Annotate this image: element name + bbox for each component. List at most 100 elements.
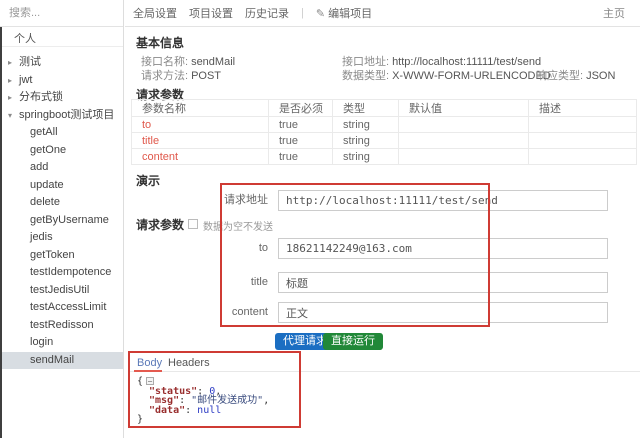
param-default-cell <box>399 133 529 149</box>
api-datatype-field: 数据类型:X-WWW-FORM-URLENCODED <box>342 67 551 83</box>
basic-info-title: 基本信息 <box>136 34 184 51</box>
json-comma: , <box>263 395 269 406</box>
edit-pencil-icon: ✎ <box>316 7 325 20</box>
menu-global-settings[interactable]: 全局设置 <box>133 5 177 21</box>
folder-label: 分布式锁 <box>19 91 63 103</box>
col-desc: 描述 <box>529 100 637 117</box>
tab-headers[interactable]: Headers <box>168 357 210 369</box>
menu-project-settings[interactable]: 项目设置 <box>189 5 233 21</box>
caret-right-icon: ▸ <box>8 54 16 72</box>
api-restype-field: 响应类型:JSON <box>536 67 615 83</box>
tree-item-testIdempotence[interactable]: testIdempotence <box>0 264 123 282</box>
api-method-label: 请求方法: <box>141 70 188 82</box>
param-name-cell: content <box>132 149 269 165</box>
table-row: title true string <box>132 133 637 149</box>
tree-item-sendMail-selected[interactable]: sendMail <box>0 352 123 370</box>
param-desc-cell <box>529 149 637 165</box>
edit-project-button[interactable]: ✎ 编辑项目 <box>316 5 372 21</box>
col-type: 类型 <box>333 100 399 117</box>
col-param-name: 参数名称 <box>132 100 269 117</box>
folder-label: jwt <box>19 74 32 86</box>
table-row: content true string <box>132 149 637 165</box>
json-close-line: } <box>137 415 269 425</box>
api-datatype-value: X-WWW-FORM-URLENCODED <box>392 70 551 82</box>
tree-item-jedis[interactable]: jedis <box>0 229 123 247</box>
home-link[interactable]: 主页 <box>603 5 625 21</box>
tree-item-delete[interactable]: delete <box>0 194 123 212</box>
param-type-cell: string <box>333 149 399 165</box>
skip-empty-checkbox[interactable] <box>188 219 198 229</box>
json-value: null <box>197 405 221 416</box>
param-required-cell: true <box>269 117 333 133</box>
col-default: 默认值 <box>399 100 529 117</box>
menu-history[interactable]: 历史记录 <box>245 5 289 21</box>
params-table: 参数名称 是否必须 类型 默认值 描述 to true string title… <box>131 99 637 165</box>
tree-folder-springboot-project[interactable]: ▾springboot测试项目 <box>0 107 123 125</box>
json-sep: : <box>185 405 197 416</box>
folder-label: springboot测试项目 <box>19 109 114 121</box>
topbar: 全局设置 项目设置 历史记录 | ✎ 编辑项目 主页 <box>125 0 640 27</box>
tree-item-getToken[interactable]: getToken <box>0 247 123 265</box>
content-field[interactable] <box>278 302 608 323</box>
tree-item-getByUsername[interactable]: getByUsername <box>0 212 123 230</box>
param-name-cell: to <box>132 117 269 133</box>
api-restype-value: JSON <box>586 70 615 82</box>
tree-folder-jwt[interactable]: ▸jwt <box>0 72 123 90</box>
table-row: to true string <box>132 117 637 133</box>
param-type-cell: string <box>333 133 399 149</box>
field-label-title: title <box>205 272 268 293</box>
caret-down-icon: ▾ <box>8 107 16 125</box>
tree-item-testJedisUtil[interactable]: testJedisUtil <box>0 282 123 300</box>
tree-item-update[interactable]: update <box>0 177 123 195</box>
json-open-brace: { <box>137 376 143 387</box>
param-desc-cell <box>529 117 637 133</box>
request-url-label: 请求地址 <box>205 190 268 211</box>
sidebar: 个人 ▸测试 ▸jwt ▸分布式锁 ▾springboot测试项目 getAll… <box>0 0 124 438</box>
param-required-cell: true <box>269 133 333 149</box>
to-field[interactable] <box>278 238 608 259</box>
caret-right-icon: ▸ <box>8 72 16 90</box>
tree-item-getAll[interactable]: getAll <box>0 124 123 142</box>
tree-folder-test[interactable]: ▸测试 <box>0 54 123 72</box>
param-default-cell <box>399 117 529 133</box>
field-label-content: content <box>205 302 268 323</box>
demo-params-label: 请求参数 <box>136 216 184 233</box>
menu-divider: | <box>301 7 304 19</box>
param-required-cell: true <box>269 149 333 165</box>
api-method-value: POST <box>191 70 221 82</box>
json-line-data: "data": null <box>137 406 269 416</box>
tab-body[interactable]: Body <box>137 357 162 369</box>
tree-item-add[interactable]: add <box>0 159 123 177</box>
param-name-cell: title <box>132 133 269 149</box>
tree-item-getOne[interactable]: getOne <box>0 142 123 160</box>
skip-empty-checkbox-label: 数据为空不发送 <box>203 218 273 233</box>
edit-project-label: 编辑项目 <box>328 5 372 21</box>
tree-item-testRedisson[interactable]: testRedisson <box>0 317 123 335</box>
api-tree: ▸测试 ▸jwt ▸分布式锁 ▾springboot测试项目 getAll ge… <box>0 54 123 369</box>
tree-item-login[interactable]: login <box>0 334 123 352</box>
param-type-cell: string <box>333 117 399 133</box>
col-required: 是否必须 <box>269 100 333 117</box>
tree-folder-distributed-lock[interactable]: ▸分布式锁 <box>0 89 123 107</box>
param-desc-cell <box>529 133 637 149</box>
collapse-minus-icon[interactable]: − <box>146 377 154 385</box>
field-label-to: to <box>205 238 268 259</box>
direct-run-button[interactable]: 直接运行 <box>323 333 383 350</box>
search-input[interactable] <box>9 7 109 19</box>
folder-label: 测试 <box>19 56 41 68</box>
request-url-input[interactable] <box>278 190 608 211</box>
params-table-header-row: 参数名称 是否必须 类型 默认值 描述 <box>132 100 637 117</box>
demo-title: 演示 <box>136 172 160 189</box>
caret-right-icon: ▸ <box>8 89 16 107</box>
window-edge-strip <box>0 27 2 438</box>
tree-item-testAccessLimit[interactable]: testAccessLimit <box>0 299 123 317</box>
sidebar-search-row <box>0 0 123 27</box>
json-close-brace: } <box>137 414 143 425</box>
param-default-cell <box>399 149 529 165</box>
api-datatype-label: 数据类型: <box>342 70 389 82</box>
sidebar-group-personal[interactable]: 个人 <box>0 31 123 47</box>
api-restype-label: 响应类型: <box>536 70 583 82</box>
title-field[interactable] <box>278 272 608 293</box>
json-key: "data" <box>149 405 185 416</box>
tab-divider-line <box>128 371 640 372</box>
